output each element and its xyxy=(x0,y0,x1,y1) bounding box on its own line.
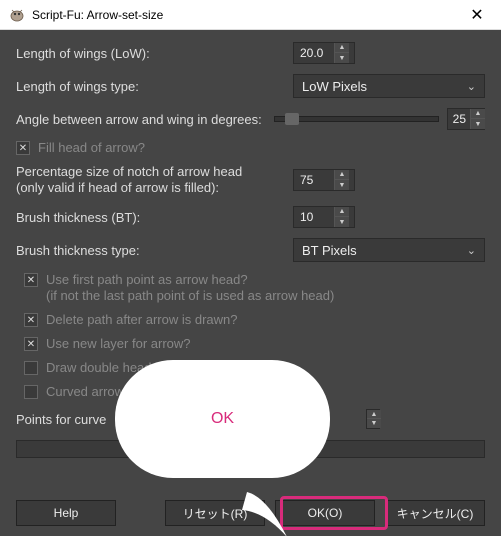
points-curve-label: Points for curve xyxy=(16,412,106,427)
low-up[interactable]: ▲ xyxy=(335,43,349,53)
angle-down[interactable]: ▼ xyxy=(471,119,485,129)
low-spinner[interactable]: ▲ ▼ xyxy=(293,42,355,64)
angle-label: Angle between arrow and wing in degrees: xyxy=(16,112,262,127)
curved-checkbox[interactable] xyxy=(24,385,38,399)
dialog-content: Length of wings (LoW): ▲ ▼ Length of win… xyxy=(0,30,501,536)
bt-type-value: BT Pixels xyxy=(302,243,467,258)
fill-head-checkbox[interactable]: ✕ xyxy=(16,141,30,155)
notch-spinner[interactable]: ▲ ▼ xyxy=(293,169,355,191)
delete-path-checkbox[interactable]: ✕ xyxy=(24,313,38,327)
notch-down[interactable]: ▼ xyxy=(335,180,349,190)
app-icon xyxy=(8,6,26,24)
bt-up[interactable]: ▲ xyxy=(335,207,349,217)
angle-spinner[interactable]: 25 ▲ ▼ xyxy=(447,108,485,130)
angle-up[interactable]: ▲ xyxy=(471,109,485,119)
window-title: Script-Fu: Arrow-set-size xyxy=(32,8,457,22)
bubble-text: OK xyxy=(211,410,234,428)
speech-bubble: OK xyxy=(115,360,335,500)
chevron-down-icon: ⌄ xyxy=(467,80,476,93)
notch-label: Percentage size of notch of arrow head(o… xyxy=(16,164,242,196)
close-button[interactable]: ✕ xyxy=(457,1,497,29)
low-type-label: Length of wings type: xyxy=(16,79,139,94)
angle-slider[interactable] xyxy=(274,116,439,122)
fill-head-label: Fill head of arrow? xyxy=(38,140,145,156)
first-path-label: Use first path point as arrow head? (if … xyxy=(46,272,334,304)
points-down[interactable]: ▼ xyxy=(367,419,381,428)
delete-path-label: Delete path after arrow is drawn? xyxy=(46,312,237,328)
angle-value: 25 xyxy=(448,112,470,126)
notch-up[interactable]: ▲ xyxy=(335,170,349,180)
new-layer-checkbox[interactable]: ✕ xyxy=(24,337,38,351)
low-type-dropdown[interactable]: LoW Pixels ⌄ xyxy=(293,74,485,98)
slider-thumb[interactable] xyxy=(285,113,299,125)
double-head-checkbox[interactable] xyxy=(24,361,38,375)
first-path-checkbox[interactable]: ✕ xyxy=(24,273,38,287)
low-type-value: LoW Pixels xyxy=(302,79,467,94)
low-input[interactable] xyxy=(294,46,334,60)
low-down[interactable]: ▼ xyxy=(335,53,349,63)
chevron-down-icon: ⌄ xyxy=(467,244,476,257)
cancel-button[interactable]: キャンセル(C) xyxy=(385,500,485,526)
notch-input[interactable] xyxy=(294,173,334,187)
bt-down[interactable]: ▼ xyxy=(335,217,349,227)
bt-type-dropdown[interactable]: BT Pixels ⌄ xyxy=(293,238,485,262)
help-button[interactable]: Help xyxy=(16,500,116,526)
new-layer-label: Use new layer for arrow? xyxy=(46,336,191,352)
titlebar: Script-Fu: Arrow-set-size ✕ xyxy=(0,0,501,30)
low-label: Length of wings (LoW): xyxy=(16,46,150,61)
bt-input[interactable] xyxy=(294,210,334,224)
bt-spinner[interactable]: ▲ ▼ xyxy=(293,206,355,228)
bt-type-label: Brush thickness type: xyxy=(16,243,140,258)
bt-label: Brush thickness (BT): xyxy=(16,210,140,225)
points-curve-spinner[interactable]: ▲ ▼ xyxy=(366,409,380,429)
points-up[interactable]: ▲ xyxy=(367,410,381,419)
